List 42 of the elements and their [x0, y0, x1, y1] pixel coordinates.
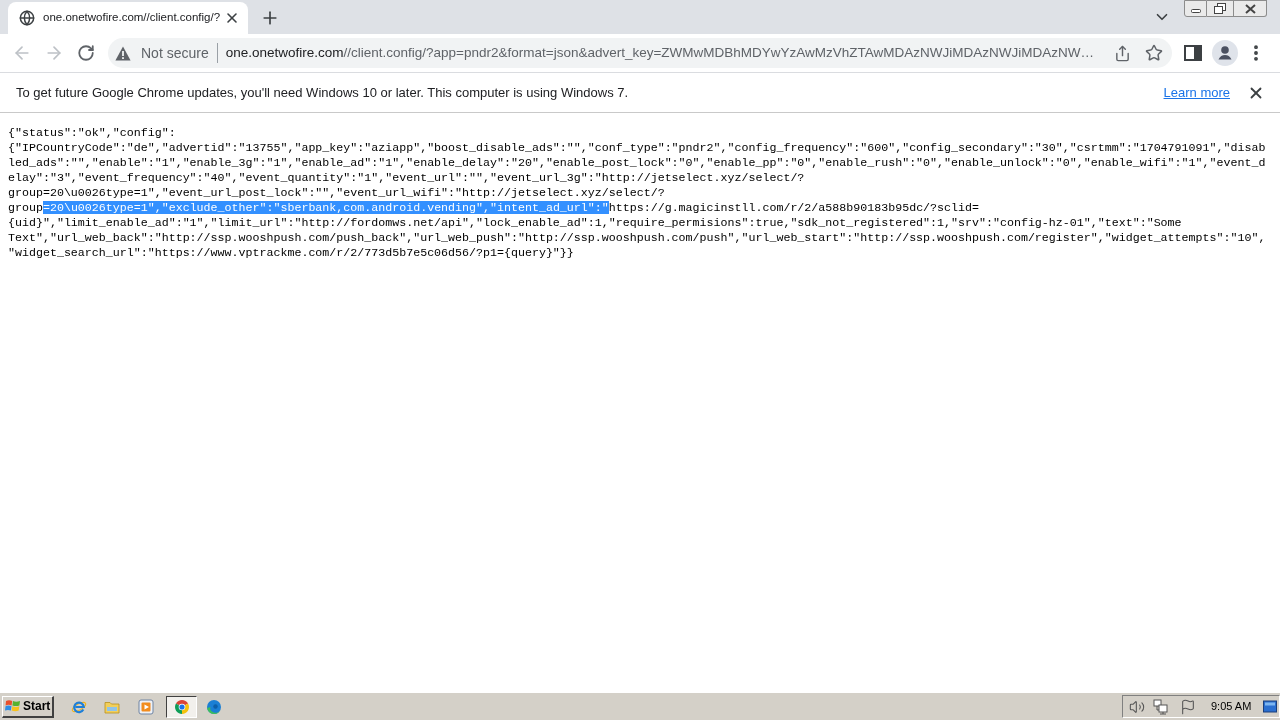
json-text: https://g.magicinstll.com/r/2/a588b90183b95dc/?sclid= [608, 201, 979, 214]
flag-icon[interactable] [1180, 698, 1196, 715]
json-text: {"status":"ok","config": [8, 126, 176, 139]
swirl-logo-icon [206, 698, 222, 715]
selected-text: =20\u0026type=1","exclude_other":"sberbank,com.android.vending","intent_ad_url":" [42, 201, 609, 214]
avatar-icon[interactable] [1212, 40, 1238, 66]
reload-icon[interactable] [77, 44, 95, 62]
restore-button[interactable] [1207, 0, 1234, 17]
url-text[interactable]: one.onetwofire.com//client.config/?app=pndr2&format=json&advert_key=ZWMwMDBhMDYwYzAwMzVhZTAwMDAzNWJiMDAzNWJiMDAzNW… [225, 42, 1108, 64]
json-text: Text","url_web_back":"http://ssp.wooshpush.com/push_back","url_web_push":"http://ssp.wooshpush.com/push","url_web_start":"http://ssp.wooshpush.com/register","widget_attempts":"10", [8, 231, 1266, 244]
close-icon [1244, 3, 1256, 14]
warning-icon[interactable] [115, 45, 131, 61]
play-icon [138, 698, 154, 715]
json-text: {"IPCountryCode":"de","advertid":"13755","app_key":"aziapp","boost_disable_ads":"","conf_type":"pndr2","config_frequency":"600","config_secondary":"30","csrtmm":"1704791091","disab [8, 141, 1266, 154]
clock[interactable]: 9:05 AM [1211, 698, 1252, 715]
star-icon[interactable] [1145, 44, 1163, 62]
address-bar[interactable]: Not secure one.onetwofire.com//client.config/?app=pndr2&format=json&advert_key=ZWMwMDBhMDYwYzAwMzVhZTAwMDAzNWJiMDAzNWJiMDAzNW… [108, 38, 1172, 68]
flag-logo-icon [5, 699, 21, 713]
json-text: group=20\u0026type=1","event_url_post_lock":"","event_url_wifi":"http://jetselect.xyz/select/? [8, 186, 665, 199]
json-text: elay":"3","event_frequency":"40","event_quantity":"1","event_url":"","event_url_3g":"http://jetselect.xyz/select/? [8, 171, 805, 184]
infobar-message: To get future Google Chrome updates, you'll need Windows 10 or later. This computer is using Windows 7. [16, 83, 629, 102]
json-text: "widget_search_url":"https://www.vptrackme.com/r/2/773d5b7e5c06d56/?p1={query}"}} [8, 246, 574, 259]
globe-icon [19, 10, 35, 26]
close-button[interactable] [1234, 0, 1267, 17]
json-text: {uid}","limit_enable_ad":"1","limit_url":"http://fordomws.net/api","lock_enable_ad":1,"require_permisions":true,"sdk_not_registered":1,"srv":"config-hz-01","text":"Some [8, 216, 1182, 229]
json-text: group [8, 201, 43, 214]
browser-tab[interactable]: one.onetwofire.com//client.config/? [8, 2, 248, 34]
network-icon[interactable] [1153, 698, 1169, 715]
security-label[interactable]: Not secure [141, 42, 209, 64]
restore-icon [1214, 3, 1226, 14]
side-panel-icon[interactable] [1184, 45, 1202, 61]
minimize-icon [1190, 9, 1201, 13]
speaker-icon[interactable] [1129, 698, 1145, 715]
learn-more-link[interactable]: Learn more [1163, 82, 1230, 103]
share-icon[interactable] [1113, 44, 1131, 62]
show-desktop-icon[interactable] [1263, 698, 1277, 715]
close-icon[interactable] [224, 10, 240, 26]
minimize-button[interactable] [1184, 0, 1207, 17]
taskbar-app-button[interactable] [166, 695, 197, 718]
circle-logo-icon [173, 698, 190, 715]
json-text: led_ads":"","enable":"1","enable_3g":"1","enable_ad":"1","enable_delay":"20","enable_post_lock":"0","enable_pp":"0","enable_rush":"0","enable_unlock":"0","enable_wifi":"1","event_d [8, 156, 1266, 169]
start-button[interactable]: Start [2, 695, 54, 718]
